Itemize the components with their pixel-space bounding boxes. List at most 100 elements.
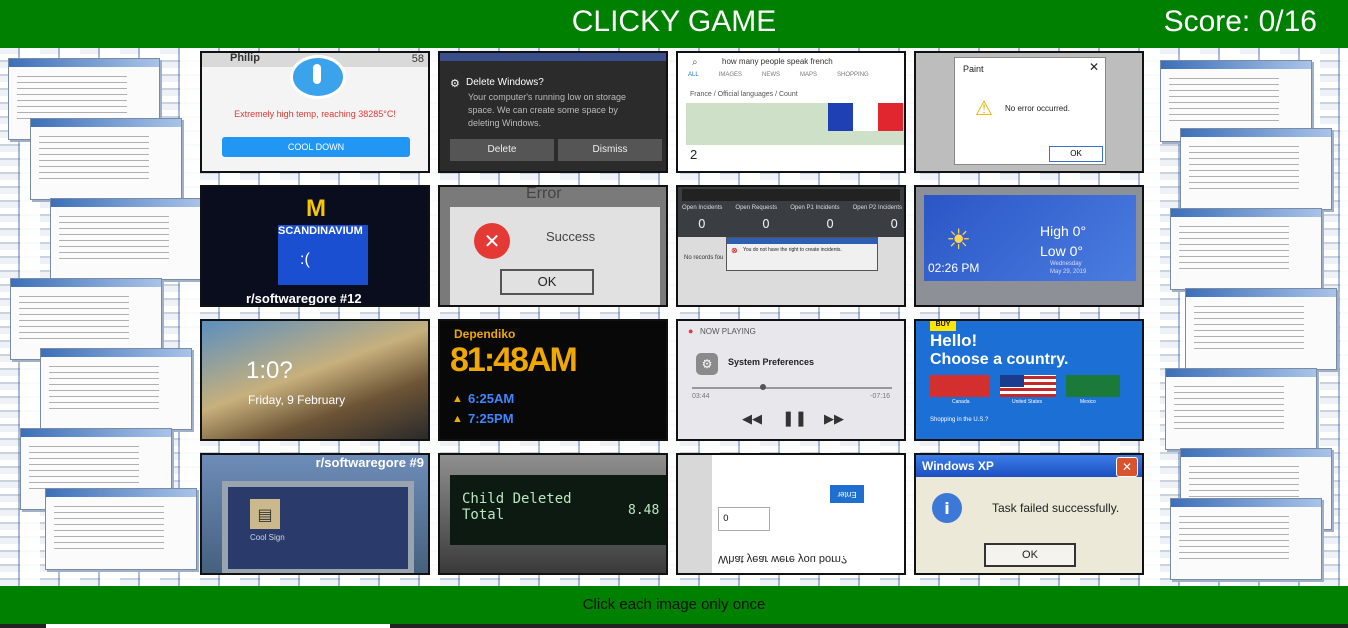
card-caption: r/softwaregore #9 [315, 455, 424, 470]
flag-usa [1000, 375, 1056, 397]
card-text: United States [1012, 399, 1043, 405]
card-text: Choose a country. [930, 351, 1069, 368]
error-icon: ⊗ [731, 246, 738, 255]
card-text: No records fou [684, 255, 724, 261]
card-text: Hello! [930, 331, 978, 350]
card-text: Dependiko [454, 327, 516, 341]
image-card-google-search[interactable]: ⌕ how many people speak french ALL IMAGE… [676, 51, 906, 173]
page-title: CLICKY GAME [571, 5, 777, 38]
card-text: Dismiss [558, 139, 662, 161]
image-card-mcdonalds-bsod[interactable]: M SCANDINAVIUM :( r/softwaregore #12 [200, 185, 430, 307]
card-text: Delete [450, 139, 554, 161]
incident-values: 0 0 0 0 [698, 217, 898, 231]
image-card-delete-windows[interactable]: ⚙ Delete Windows? Your computer's runnin… [438, 51, 668, 173]
card-text: Windows XP [922, 459, 994, 473]
background-window [1185, 288, 1337, 370]
card-text: 81:48AM [450, 341, 578, 379]
card-text: No error occurred. [1005, 104, 1070, 113]
card-text: 1:0? [246, 357, 293, 384]
error-icon: ✕ [474, 223, 510, 259]
card-text: Task failed successfully. [992, 501, 1120, 515]
card-text: What year were you born? [718, 553, 848, 565]
image-card-birth-year[interactable]: Enter 0 What year were you born? [676, 453, 906, 575]
folder-icon: ▤ [250, 499, 280, 529]
card-text: Paint [963, 64, 984, 74]
flag-mexico [1066, 375, 1120, 397]
card-text: 6:25AM [468, 391, 515, 406]
card-text: You do not have the right to create inci… [743, 247, 842, 253]
pause-icon: ❚❚ [782, 410, 808, 427]
card-text: 0 [762, 217, 770, 231]
image-card-windows-xp[interactable]: Windows XP ✕ i Task failed successfully.… [914, 453, 1144, 575]
dialog-window: Paint ✕ ⚠ No error occurred. OK [954, 57, 1106, 165]
image-card-lock-screen[interactable]: 1:0? Friday, 9 February [200, 319, 430, 441]
card-text: 58 [411, 53, 424, 65]
card-text: Mexico [1080, 399, 1096, 405]
image-card-child-deleted[interactable]: Child Deleted Total 8.48 [438, 453, 668, 575]
card-text: Delete Windows? [466, 77, 544, 88]
card-text: how many people speak french [722, 57, 833, 66]
card-text: BUY [930, 321, 956, 331]
forward-icon: ▶▶ [824, 411, 844, 426]
card-text: Extremely high temp, reaching 38285°C! [234, 109, 396, 119]
card-text: Child Deleted [462, 491, 572, 507]
background-window [1165, 368, 1317, 450]
image-card-paint-error[interactable]: Paint ✕ ⚠ No error occurred. OK [914, 51, 1144, 173]
card-text: -07:16 [870, 393, 890, 400]
card-text: Your computer's running low on storage s… [468, 92, 626, 128]
card-text: NOW PLAYING [700, 327, 756, 336]
card-text: SCANDINAVIUM [278, 225, 363, 237]
flag-canada [930, 375, 990, 397]
card-text: OK [984, 543, 1076, 567]
background-window [1180, 128, 1332, 210]
thermometer-icon [290, 55, 346, 99]
card-text: Shopping in the U.S.? [930, 417, 989, 423]
card-text: Open Incidents [682, 205, 723, 211]
image-card-error-success[interactable]: Error ✕ Success OK [438, 185, 668, 307]
card-text: SHOPPING [837, 72, 869, 78]
card-text: 0 [718, 507, 770, 531]
warning-icon: ⚠ [975, 98, 993, 120]
card-text: Error [526, 185, 562, 202]
background-window [45, 488, 197, 570]
card-text: 7:25PM [468, 411, 514, 426]
card-text: Low 0° [1040, 243, 1083, 259]
card-text: France / Official languages / Count [690, 91, 798, 98]
close-icon: ✕ [1088, 60, 1099, 74]
image-card-now-playing[interactable]: ● NOW PLAYING ⚙ System Preferences 03:44… [676, 319, 906, 441]
footer-bar: Click each image only once [0, 586, 1348, 624]
image-card-incidents-dashboard[interactable]: Open Incidents Open Requests Open P1 Inc… [676, 185, 906, 307]
background-window [1170, 208, 1322, 290]
footer-instructions: Click each image only once [582, 596, 766, 613]
progress-knob [760, 384, 766, 390]
image-card-cool-sign[interactable]: r/softwaregore #9 ▤ Cool Sign [200, 453, 430, 575]
sunset-icon: ▲ [452, 413, 463, 425]
image-card-bestbuy[interactable]: BUY Hello! Choose a country. Canada Unit… [914, 319, 1144, 441]
card-text: Total [462, 507, 505, 523]
card-text: Open Requests [735, 205, 778, 211]
image-card-temperature[interactable]: Philip 58 Extremely high temp, reaching … [200, 51, 430, 173]
card-text: Enter [830, 485, 864, 503]
sunrise-icon: ▲ [452, 393, 463, 405]
card-text: 0 [698, 217, 706, 231]
card-text: ALL [688, 72, 699, 78]
image-card-watch-clock[interactable]: Dependiko 81:48AM 6:25AM 7:25PM ▲ ▲ [438, 319, 668, 441]
background-window [1170, 498, 1322, 580]
card-text: Success [546, 229, 596, 244]
card-text: Open P1 Incidents [790, 205, 840, 211]
sun-icon: ☀ [946, 224, 972, 255]
card-caption: r/softwaregore #12 [246, 291, 362, 306]
card-text: Open P2 Incidents [852, 205, 902, 211]
search-tabs: ALL IMAGES NEWS MAPS SHOPPING [678, 72, 904, 86]
flag-france [828, 103, 903, 131]
card-text: Friday, 9 February [248, 393, 346, 407]
settings-icon: ⚙ [450, 78, 460, 90]
header-bar: CLICKY GAME Score: 0/16 [0, 0, 1348, 48]
image-card-weather[interactable]: ☀ High 0° Low 0° 02:26 PM Wednesday May … [914, 185, 1144, 307]
background-window [40, 348, 192, 430]
dialog-window: ⊗ You do not have the right to create in… [726, 237, 878, 271]
background-window [30, 118, 182, 200]
card-text: Cool Sign [250, 533, 285, 542]
card-text: IMAGES [718, 72, 743, 78]
incident-columns: Open Incidents Open Requests Open P1 Inc… [682, 205, 902, 211]
